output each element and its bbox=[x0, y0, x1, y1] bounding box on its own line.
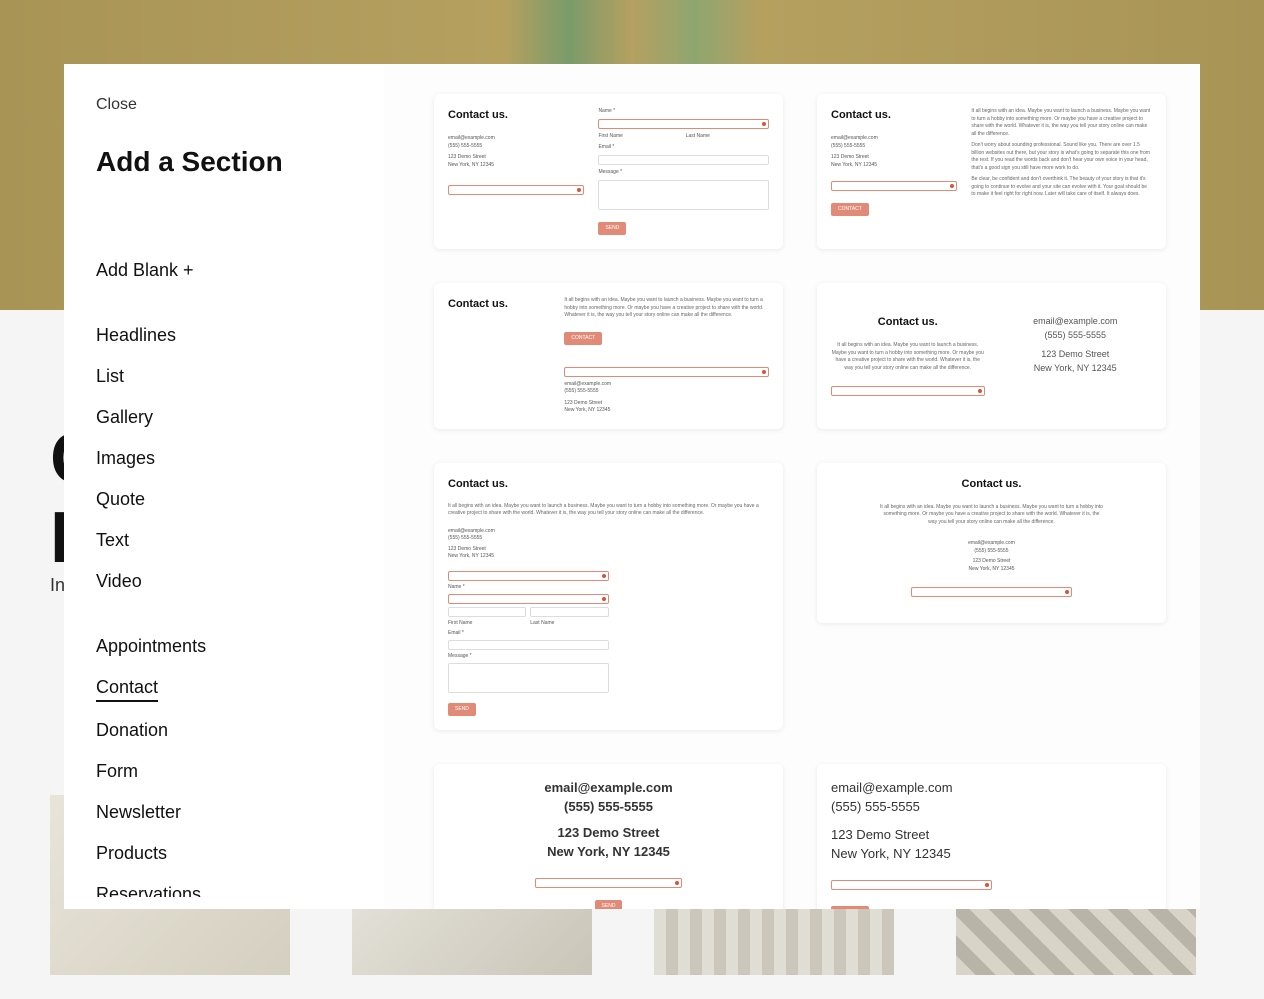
panel-title: Add a Section bbox=[96, 146, 384, 178]
background-subtext: In bbox=[50, 575, 65, 596]
mini-input bbox=[448, 185, 584, 195]
category-form[interactable]: Form bbox=[96, 753, 138, 790]
category-reservations[interactable]: Reservations bbox=[96, 876, 201, 897]
category-video[interactable]: Video bbox=[96, 563, 142, 600]
section-templates-grid[interactable]: Contact us. email@example.com (555) 555-… bbox=[384, 64, 1200, 909]
template-contact-centered-two-col[interactable]: Contact us. It all begins with an idea. … bbox=[817, 283, 1166, 429]
category-quote[interactable]: Quote bbox=[96, 481, 145, 518]
category-images[interactable]: Images bbox=[96, 440, 155, 477]
category-newsletter[interactable]: Newsletter bbox=[96, 794, 181, 831]
template-contact-text-side[interactable]: Contact us. email@example.com (555) 555-… bbox=[817, 94, 1166, 249]
mini-label: Name * bbox=[598, 108, 769, 115]
category-list[interactable]: List bbox=[96, 358, 124, 395]
template-contact-large-centered[interactable]: email@example.com (555) 555-5555 123 Dem… bbox=[434, 764, 783, 909]
category-headlines[interactable]: Headlines bbox=[96, 317, 176, 354]
close-button[interactable]: Close bbox=[96, 96, 384, 114]
card-title: Contact us. bbox=[448, 108, 584, 123]
category-donation[interactable]: Donation bbox=[96, 712, 168, 749]
category-products[interactable]: Products bbox=[96, 835, 167, 872]
category-appointments[interactable]: Appointments bbox=[96, 628, 206, 665]
category-text[interactable]: Text bbox=[96, 522, 129, 559]
category-gallery[interactable]: Gallery bbox=[96, 399, 153, 436]
category-contact[interactable]: Contact bbox=[96, 669, 158, 702]
contact-button: CONTACT bbox=[831, 203, 869, 216]
add-blank-button[interactable]: Add Blank + bbox=[96, 252, 194, 289]
template-contact-stacked-form[interactable]: Contact us. It all begins with an idea. … bbox=[434, 463, 783, 730]
template-contact-centered[interactable]: Contact us. It all begins with an idea. … bbox=[817, 463, 1166, 623]
sidebar: Close Add a Section Add Blank + Headline… bbox=[64, 64, 384, 909]
send-button: SEND bbox=[598, 222, 626, 235]
category-group-basic: Headlines List Gallery Images Quote Text… bbox=[96, 317, 384, 600]
mini-input bbox=[598, 119, 769, 129]
template-contact-large-left[interactable]: email@example.com (555) 555-5555 123 Dem… bbox=[817, 764, 1166, 909]
category-group-commerce: Appointments Contact Donation Form Newsl… bbox=[96, 628, 384, 897]
sidebar-scroll[interactable]: Add Blank + Headlines List Gallery Image… bbox=[96, 252, 384, 897]
template-contact-text-left[interactable]: Contact us. It all begins with an idea. … bbox=[434, 283, 783, 429]
add-section-modal: Close Add a Section Add Blank + Headline… bbox=[64, 64, 1200, 909]
template-contact-form-side[interactable]: Contact us. email@example.com (555) 555-… bbox=[434, 94, 783, 249]
contact-info: email@example.com (555) 555-5555 123 Dem… bbox=[448, 135, 584, 169]
